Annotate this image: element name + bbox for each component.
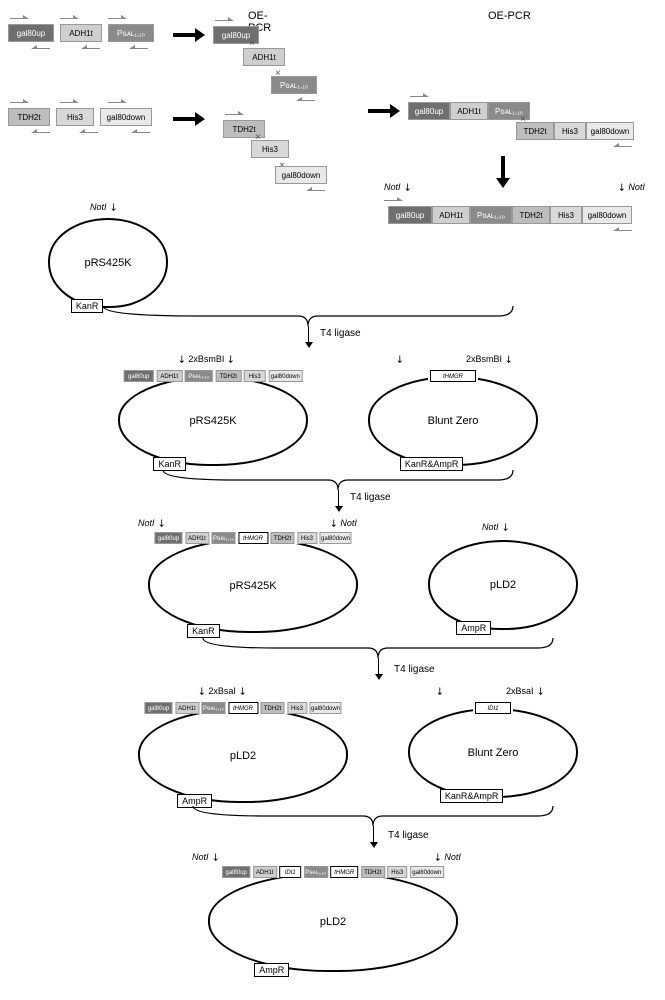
frag-adh1t: ADH1t: [60, 24, 102, 42]
t4-label-4: T4 ligase: [388, 830, 429, 841]
plasmid-prs425k-insert2: pRS425K KanR gal80up ADH1t Pɢᴀʟ₁,₁₀ tHMG…: [148, 538, 358, 633]
plasmid-name: pRS425K: [84, 257, 131, 269]
cassette-downstream-left: TDH2t His3 gal80down: [8, 108, 152, 126]
plasmid-pld2-insert1: pLD2 AmpR gal80up ADH1t Pɢᴀʟ₁,₁₀ tHMGR T…: [138, 708, 348, 803]
oepcr-label-2: OE-PCR: [488, 10, 531, 22]
cassette-upstream-left: gal80up ADH1t Pɢᴀʟ₁,₁₀: [8, 24, 154, 42]
frag-gal80up: gal80up: [8, 24, 54, 42]
frag-pgal: Pɢᴀʟ₁,₁₀: [108, 24, 154, 42]
plasmid-pld2-empty: pLD2 AmpR NotI↘: [428, 540, 578, 630]
plasmid-prs425k-insert1: pRS425K KanR gal80up ADH1t Pɢᴀʟ₁,₁₀ TDH2…: [118, 376, 308, 466]
oe-pcr-left-group2: TDH2t His3 gal80down: [8, 100, 152, 134]
t4-label-2: T4 ligase: [350, 492, 391, 503]
frag-tdh2t: TDH2t: [8, 108, 50, 126]
plasmid-bluntzero-thmgr: Blunt Zero KanR&AmpR tHMGR ↙ 2xBsmBI↘: [368, 376, 538, 466]
plasmid-pld2-final: pLD2 AmpR gal80up ADH1t IDI1 Pɢᴀʟ₁,₁₀ tH…: [208, 872, 458, 972]
stair-full: gal80up ADH1t Pɢᴀʟ₁,₁₀ × TDH2t His3 gal8…: [408, 94, 530, 120]
full-linear-cassette: NotI↘ ↙NotI gal80up ADH1t Pɢᴀʟ₁,₁₀ TDH2t…: [388, 198, 632, 232]
t4-label-3: T4 ligase: [394, 664, 435, 675]
stair-down: TDH2t × His3 × gal80down: [223, 112, 265, 138]
frag-his3: His3: [56, 108, 94, 126]
oe-pcr-left-group: OE-PCR gal80up ADH1t Pɢᴀʟ₁,₁₀: [8, 16, 154, 50]
frag-thmgr: tHMGR: [430, 370, 476, 382]
t4-label-1: T4 ligase: [320, 328, 361, 339]
stair-up: gal80up × ADH1t × Pɢᴀʟ₁,₁₀: [213, 18, 259, 44]
plasmid-prs425k: pRS425K KanR NotI↘: [48, 218, 168, 308]
frag-idi1: IDI1: [475, 702, 511, 714]
plasmid-bluntzero-idi1: Blunt Zero KanR&AmpR IDI1 ↙ 2xBsaI↘: [408, 708, 578, 798]
cloning-workflow-diagram: OE-PCR gal80up ADH1t Pɢᴀʟ₁,₁₀ gal80up × …: [8, 8, 657, 988]
frag-gal80down: gal80down: [100, 108, 152, 126]
